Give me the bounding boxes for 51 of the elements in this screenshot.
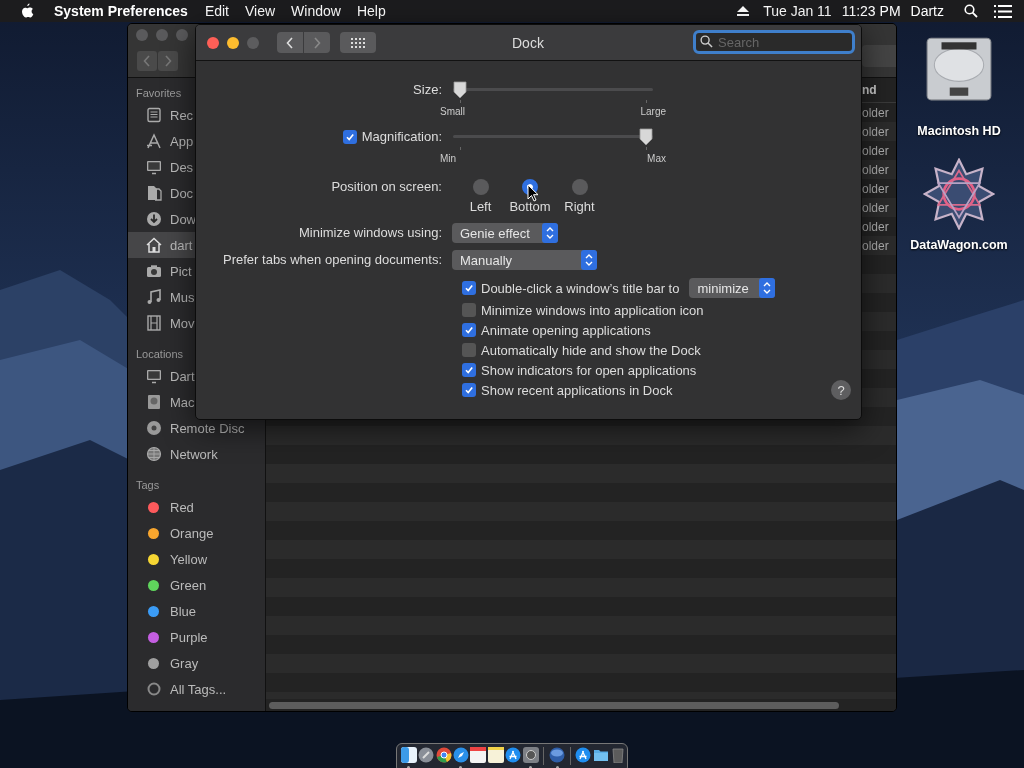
setting-label: Minimize windows using: (297, 224, 443, 242)
table-cell: older (862, 105, 889, 120)
checkbox-label: Double-click a window’s title bar to (481, 280, 680, 296)
setting-label: Magnification: (361, 128, 442, 146)
sidebar-heading: Tags (135, 478, 161, 493)
sidebar-label: Blue (170, 603, 197, 619)
checkbox-label: Animate opening applications (481, 322, 651, 338)
sidebar-label: App (170, 133, 194, 149)
sidebar-label: Mov (170, 315, 195, 331)
sidebar-label: Doc (170, 185, 194, 201)
sidebar-heading: Favorites (135, 86, 183, 101)
sidebar-label: Purple (170, 629, 208, 645)
slider-min-label: Min (440, 152, 457, 166)
window-title: Dock (512, 35, 544, 51)
table-cell: older (862, 200, 889, 215)
radio-label: Right (564, 199, 595, 214)
checkbox-label: Show recent applications in Dock (481, 382, 673, 398)
table-cell: older (862, 124, 889, 139)
sidebar-label: Dow (170, 211, 196, 227)
sidebar-label: dart (170, 237, 193, 253)
sidebar-label: All Tags... (170, 681, 227, 697)
slider-max-label: Max (647, 152, 666, 166)
slider-min-label: Small (440, 105, 465, 119)
checkbox-label: Automatically hide and show the Dock (481, 342, 701, 358)
sidebar-label: Green (170, 577, 207, 593)
radio-label: Bottom (509, 199, 551, 214)
sidebar-label: Network (170, 446, 218, 462)
sidebar-label: Orange (170, 525, 214, 541)
sidebar-label: Pict (170, 263, 192, 279)
sidebar-label: Dart (170, 368, 195, 384)
sidebar-label: Red (170, 499, 194, 515)
sidebar-label: Des (170, 159, 194, 175)
sidebar-label: Rec (170, 107, 194, 123)
sidebar-label: Gray (170, 655, 199, 671)
sidebar-label: Yellow (170, 551, 208, 567)
sidebar-label: Remote Disc (170, 420, 245, 436)
table-cell: older (862, 238, 889, 253)
slider-max-label: Large (640, 105, 666, 119)
sidebar-label: Mus (170, 289, 195, 305)
checkbox-label: Show indicators for open applications (481, 362, 697, 378)
table-cell: older (862, 162, 889, 177)
sidebar-heading: Locations (135, 347, 185, 362)
radio-label: Left (469, 199, 492, 214)
setting-label: Prefer tabs when opening documents: (222, 251, 443, 269)
setting-label: Position on screen: (330, 178, 443, 196)
setting-label: Size: (412, 81, 443, 99)
table-cell: older (862, 219, 889, 234)
checkbox-label: Minimize windows into application icon (481, 302, 704, 318)
sidebar-label: Mac (170, 394, 195, 410)
table-cell: older (862, 143, 889, 158)
table-cell: older (862, 181, 889, 196)
